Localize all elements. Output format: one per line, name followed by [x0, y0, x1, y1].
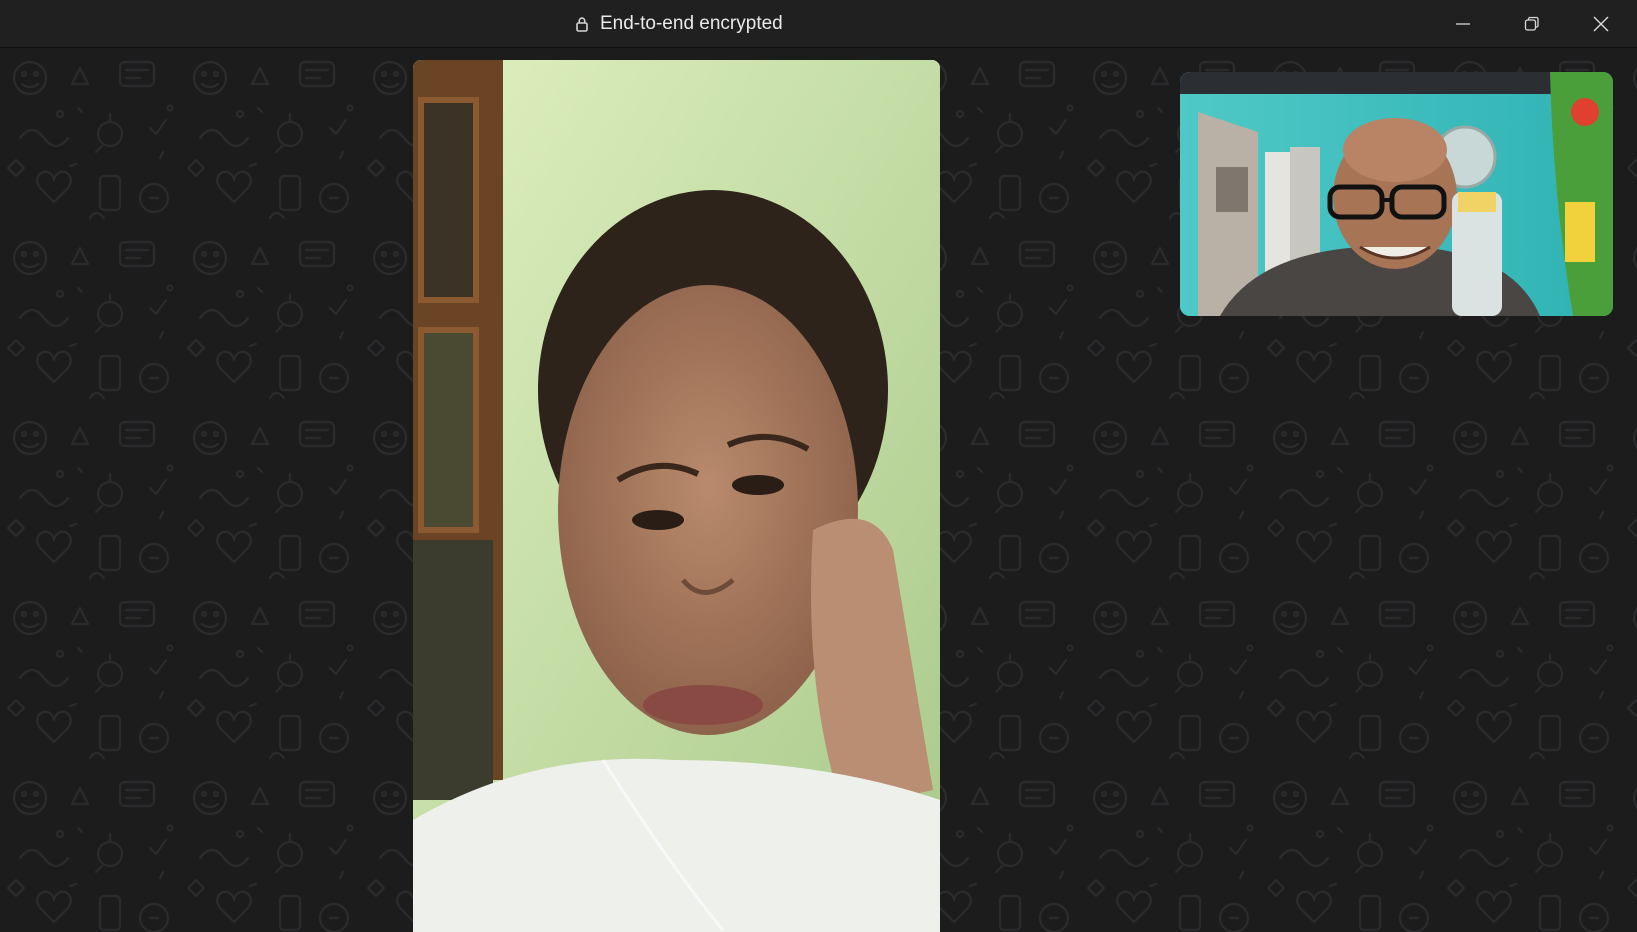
- lock-icon: [576, 17, 588, 32]
- restore-icon: [1524, 16, 1539, 31]
- minimize-icon: [1456, 23, 1470, 25]
- encryption-status: End-to-end encrypted: [576, 0, 783, 48]
- close-icon: [1593, 16, 1609, 32]
- close-button[interactable]: [1571, 0, 1631, 48]
- video-call-window: End-to-end encrypted: [0, 0, 1637, 932]
- restore-button[interactable]: [1502, 0, 1562, 48]
- self-preview-video: [1180, 72, 1613, 316]
- encryption-label: End-to-end encrypted: [600, 13, 783, 34]
- title-bar: End-to-end encrypted: [0, 0, 1637, 48]
- remote-participant-video: [413, 60, 940, 932]
- minimize-button[interactable]: [1433, 0, 1493, 48]
